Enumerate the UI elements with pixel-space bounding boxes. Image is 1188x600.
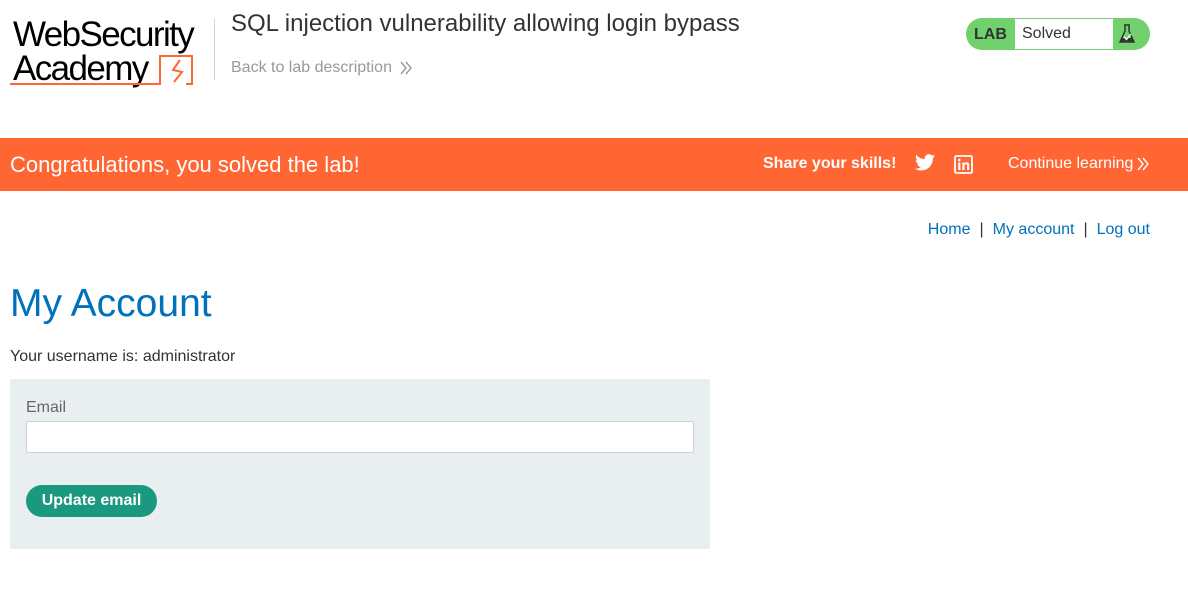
username-line: Your username is: administrator	[10, 348, 236, 365]
update-email-button[interactable]: Update email	[26, 485, 157, 517]
lab-status-widget: LAB Solved	[966, 18, 1150, 50]
back-link-label: Back to lab description	[231, 59, 392, 76]
academy-header: WebSecurity Academy SQL injection vulner…	[0, 0, 1188, 138]
lab-title: SQL injection vulnerability allowing log…	[231, 10, 740, 37]
share-skills-label: Share your skills!	[763, 155, 897, 172]
lab-tag: LAB	[974, 26, 1007, 43]
top-links: Home | My account | Log out	[928, 221, 1150, 239]
continue-learning-label: Continue learning	[1008, 155, 1134, 172]
change-email-form: Email Update email	[10, 379, 710, 549]
flask-check-icon	[1118, 24, 1136, 43]
nav-separator: |	[1083, 221, 1088, 238]
logo-underline-art	[10, 55, 193, 85]
continue-learning-link[interactable]: Continue learning	[1008, 155, 1150, 173]
email-label: Email	[26, 399, 67, 416]
nav-separator: |	[979, 221, 984, 238]
header-divider	[214, 18, 215, 80]
twitter-icon[interactable]	[915, 154, 935, 176]
nav-log-out-link[interactable]: Log out	[1097, 221, 1150, 238]
nav-my-account-link[interactable]: My account	[993, 221, 1075, 238]
double-chevron-right-icon	[400, 61, 412, 75]
back-to-lab-description-link[interactable]: Back to lab description	[231, 59, 412, 77]
double-chevron-right-icon	[1137, 157, 1150, 171]
congratulations-message: Congratulations, you solved the lab!	[10, 152, 360, 177]
web-security-academy-logo[interactable]: WebSecurity Academy	[10, 16, 210, 90]
nav-home-link[interactable]: Home	[928, 221, 971, 238]
lab-solved-banner: Congratulations, you solved the lab! Sha…	[0, 138, 1188, 191]
email-field[interactable]	[26, 421, 694, 453]
page-title: My Account	[10, 282, 212, 325]
lab-status-text: Solved	[1015, 19, 1113, 49]
linkedin-icon[interactable]	[954, 155, 973, 179]
